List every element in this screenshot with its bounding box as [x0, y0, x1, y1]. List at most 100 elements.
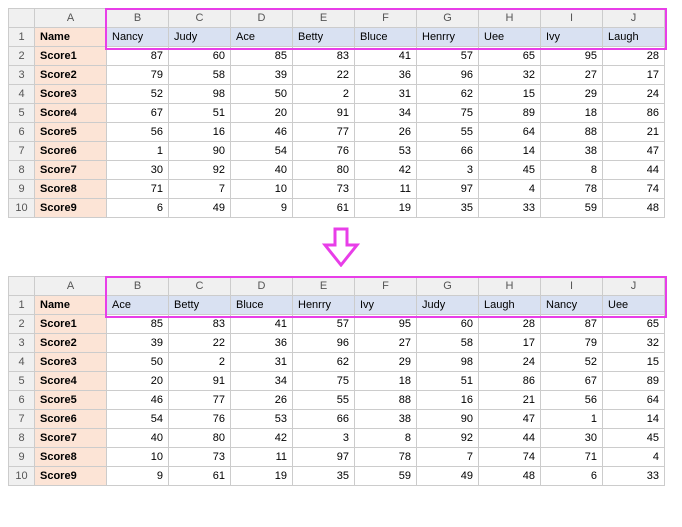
data-cell[interactable]: 83 [293, 47, 355, 66]
data-cell[interactable]: 71 [541, 448, 603, 467]
data-cell[interactable]: 64 [479, 123, 541, 142]
row-header[interactable]: 5 [9, 372, 35, 391]
row-header[interactable]: 7 [9, 410, 35, 429]
score-label[interactable]: Score9 [35, 199, 107, 218]
data-cell[interactable]: 80 [293, 161, 355, 180]
data-cell[interactable]: 45 [603, 429, 665, 448]
name-cell[interactable]: Ivy [355, 296, 417, 315]
score-label[interactable]: Score5 [35, 391, 107, 410]
data-cell[interactable]: 9 [231, 199, 293, 218]
data-cell[interactable]: 38 [541, 142, 603, 161]
data-cell[interactable]: 87 [541, 315, 603, 334]
data-cell[interactable]: 3 [417, 161, 479, 180]
name-cell[interactable]: Betty [293, 28, 355, 47]
data-cell[interactable]: 95 [541, 47, 603, 66]
data-cell[interactable]: 20 [107, 372, 169, 391]
data-cell[interactable]: 14 [603, 410, 665, 429]
data-cell[interactable]: 88 [355, 391, 417, 410]
name-cell[interactable]: Bluce [231, 296, 293, 315]
data-cell[interactable]: 20 [231, 104, 293, 123]
row-header[interactable]: 9 [9, 448, 35, 467]
col-header[interactable]: A [35, 277, 107, 296]
data-cell[interactable]: 30 [541, 429, 603, 448]
data-cell[interactable]: 24 [603, 85, 665, 104]
col-header[interactable]: B [107, 277, 169, 296]
data-cell[interactable]: 33 [479, 199, 541, 218]
data-cell[interactable]: 54 [107, 410, 169, 429]
data-cell[interactable]: 33 [603, 467, 665, 486]
data-cell[interactable]: 88 [541, 123, 603, 142]
data-cell[interactable]: 56 [107, 123, 169, 142]
col-header[interactable]: C [169, 9, 231, 28]
data-cell[interactable]: 36 [231, 334, 293, 353]
data-cell[interactable]: 38 [355, 410, 417, 429]
data-cell[interactable]: 86 [603, 104, 665, 123]
data-cell[interactable]: 49 [417, 467, 479, 486]
score-label[interactable]: Score1 [35, 47, 107, 66]
row-header[interactable]: 1 [9, 296, 35, 315]
col-header[interactable]: C [169, 277, 231, 296]
data-cell[interactable]: 34 [231, 372, 293, 391]
name-cell[interactable]: Henrry [293, 296, 355, 315]
data-cell[interactable]: 21 [479, 391, 541, 410]
data-cell[interactable]: 77 [169, 391, 231, 410]
row-header[interactable]: 5 [9, 104, 35, 123]
data-cell[interactable]: 62 [293, 353, 355, 372]
score-label[interactable]: Score6 [35, 410, 107, 429]
data-cell[interactable]: 65 [603, 315, 665, 334]
col-header[interactable]: D [231, 277, 293, 296]
row-header[interactable]: 9 [9, 180, 35, 199]
data-cell[interactable]: 19 [231, 467, 293, 486]
col-header[interactable]: G [417, 277, 479, 296]
row-header[interactable]: 4 [9, 85, 35, 104]
data-cell[interactable]: 36 [355, 66, 417, 85]
col-header[interactable]: B [107, 9, 169, 28]
data-cell[interactable]: 22 [293, 66, 355, 85]
data-cell[interactable]: 76 [293, 142, 355, 161]
col-header[interactable]: E [293, 277, 355, 296]
data-cell[interactable]: 46 [231, 123, 293, 142]
name-cell[interactable]: Betty [169, 296, 231, 315]
row-header[interactable]: 8 [9, 161, 35, 180]
data-cell[interactable]: 48 [479, 467, 541, 486]
data-cell[interactable]: 6 [107, 199, 169, 218]
name-cell[interactable]: Judy [417, 296, 479, 315]
score-label[interactable]: Score7 [35, 429, 107, 448]
data-cell[interactable]: 89 [479, 104, 541, 123]
data-cell[interactable]: 16 [169, 123, 231, 142]
data-cell[interactable]: 27 [355, 334, 417, 353]
name-cell[interactable]: Ivy [541, 28, 603, 47]
data-cell[interactable]: 15 [479, 85, 541, 104]
data-cell[interactable]: 11 [355, 180, 417, 199]
data-cell[interactable]: 40 [107, 429, 169, 448]
data-cell[interactable]: 3 [293, 429, 355, 448]
data-cell[interactable]: 55 [417, 123, 479, 142]
score-label[interactable]: Score2 [35, 334, 107, 353]
data-cell[interactable]: 41 [355, 47, 417, 66]
data-cell[interactable]: 47 [479, 410, 541, 429]
data-cell[interactable]: 53 [231, 410, 293, 429]
data-cell[interactable]: 11 [231, 448, 293, 467]
data-cell[interactable]: 79 [541, 334, 603, 353]
score-label[interactable]: Score8 [35, 448, 107, 467]
data-cell[interactable]: 90 [169, 142, 231, 161]
col-header[interactable]: A [35, 9, 107, 28]
name-cell[interactable]: Laugh [479, 296, 541, 315]
row-header[interactable]: 6 [9, 123, 35, 142]
data-cell[interactable]: 24 [479, 353, 541, 372]
data-cell[interactable]: 30 [107, 161, 169, 180]
row-header[interactable]: 7 [9, 142, 35, 161]
col-header[interactable]: H [479, 277, 541, 296]
data-cell[interactable]: 42 [355, 161, 417, 180]
col-header[interactable]: E [293, 9, 355, 28]
data-cell[interactable]: 83 [169, 315, 231, 334]
data-cell[interactable]: 79 [107, 66, 169, 85]
data-cell[interactable]: 85 [231, 47, 293, 66]
data-cell[interactable]: 87 [107, 47, 169, 66]
data-cell[interactable]: 52 [541, 353, 603, 372]
data-cell[interactable]: 44 [479, 429, 541, 448]
data-cell[interactable]: 59 [541, 199, 603, 218]
col-header[interactable]: I [541, 9, 603, 28]
row-header[interactable]: 3 [9, 334, 35, 353]
data-cell[interactable]: 89 [603, 372, 665, 391]
